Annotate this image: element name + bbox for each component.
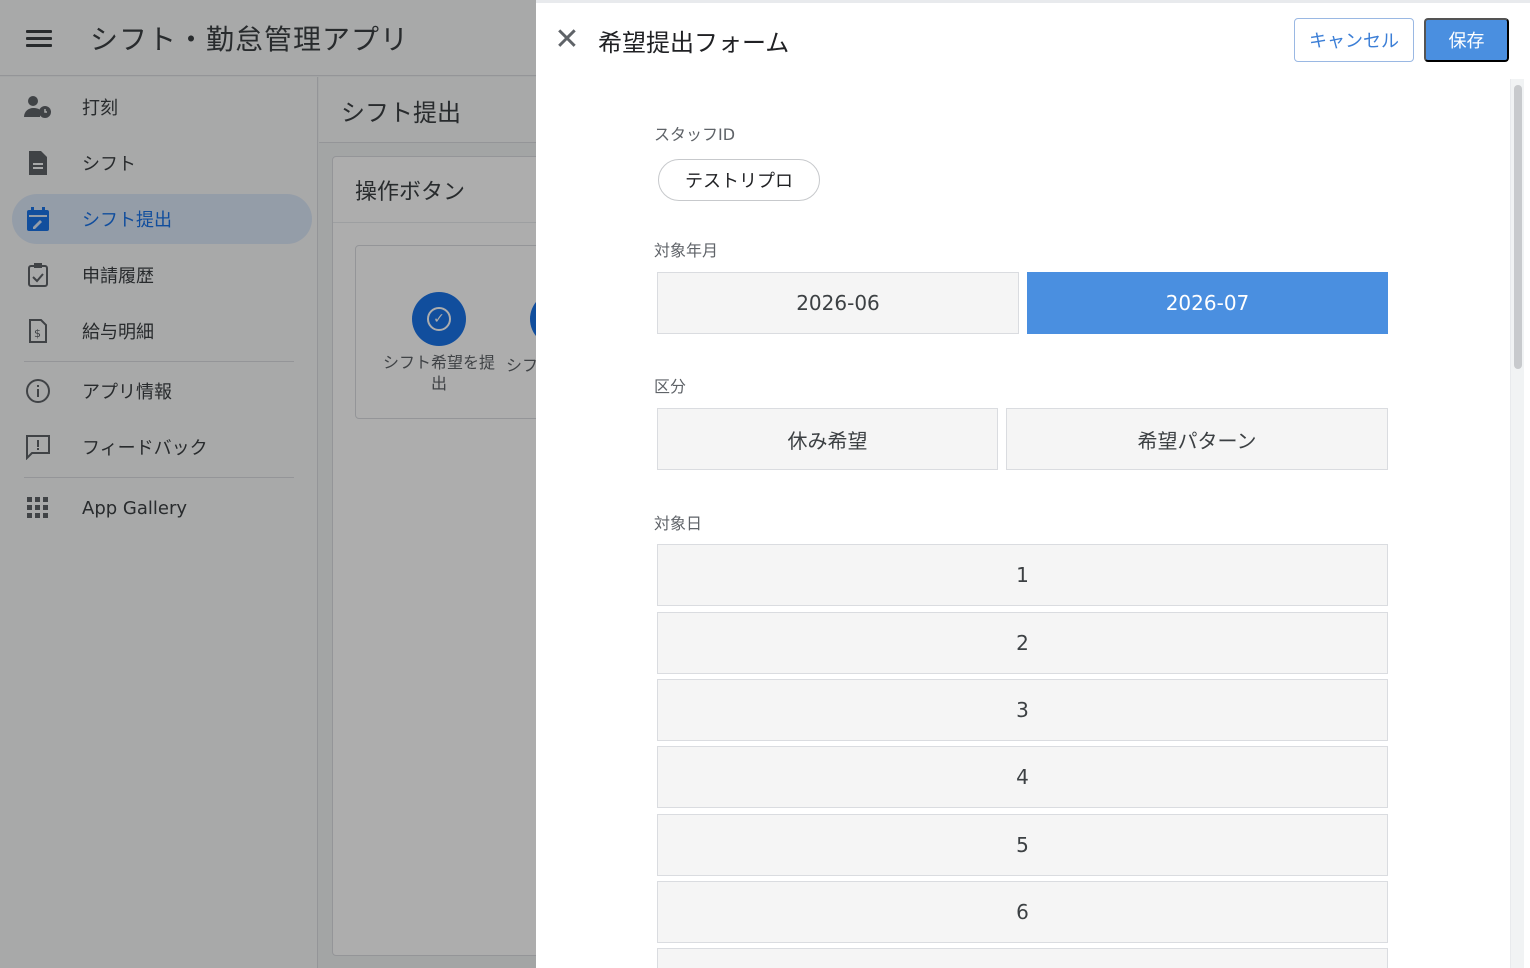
dialog-header: ✕ 希望提出フォーム キャンセル 保存	[536, 3, 1530, 79]
close-icon[interactable]: ✕	[554, 25, 580, 55]
staff-id-chip[interactable]: テストリプロ	[658, 159, 820, 201]
day-option[interactable]: 2	[657, 612, 1388, 674]
day-option[interactable]: 3	[657, 679, 1388, 741]
month-option[interactable]: 2026-06	[657, 272, 1019, 334]
scrollbar[interactable]	[1510, 79, 1524, 968]
day-option[interactable]: 5	[657, 814, 1388, 876]
cancel-button[interactable]: キャンセル	[1294, 18, 1414, 62]
staff-id-label: スタッフID	[654, 125, 736, 144]
category-option[interactable]: 休み希望	[657, 408, 998, 470]
day-option[interactable]: 6	[657, 881, 1388, 943]
day-option[interactable]: 4	[657, 746, 1388, 808]
category-label: 区分	[654, 377, 687, 396]
target-month-label: 対象年月	[654, 241, 719, 260]
save-button[interactable]: 保存	[1424, 18, 1509, 62]
request-form-dialog: ✕ 希望提出フォーム キャンセル 保存 スタッフID テストリプロ 対象年月 2…	[536, 0, 1530, 968]
modal-scrim[interactable]	[0, 0, 536, 968]
dialog-title: 希望提出フォーム	[598, 29, 790, 57]
month-option-selected[interactable]: 2026-07	[1027, 272, 1388, 334]
scrollbar-thumb[interactable]	[1514, 85, 1522, 369]
day-option[interactable]: 1	[657, 544, 1388, 606]
target-day-label: 対象日	[654, 514, 703, 533]
category-option[interactable]: 希望パターン	[1006, 408, 1388, 470]
day-option-partial[interactable]	[657, 948, 1388, 968]
